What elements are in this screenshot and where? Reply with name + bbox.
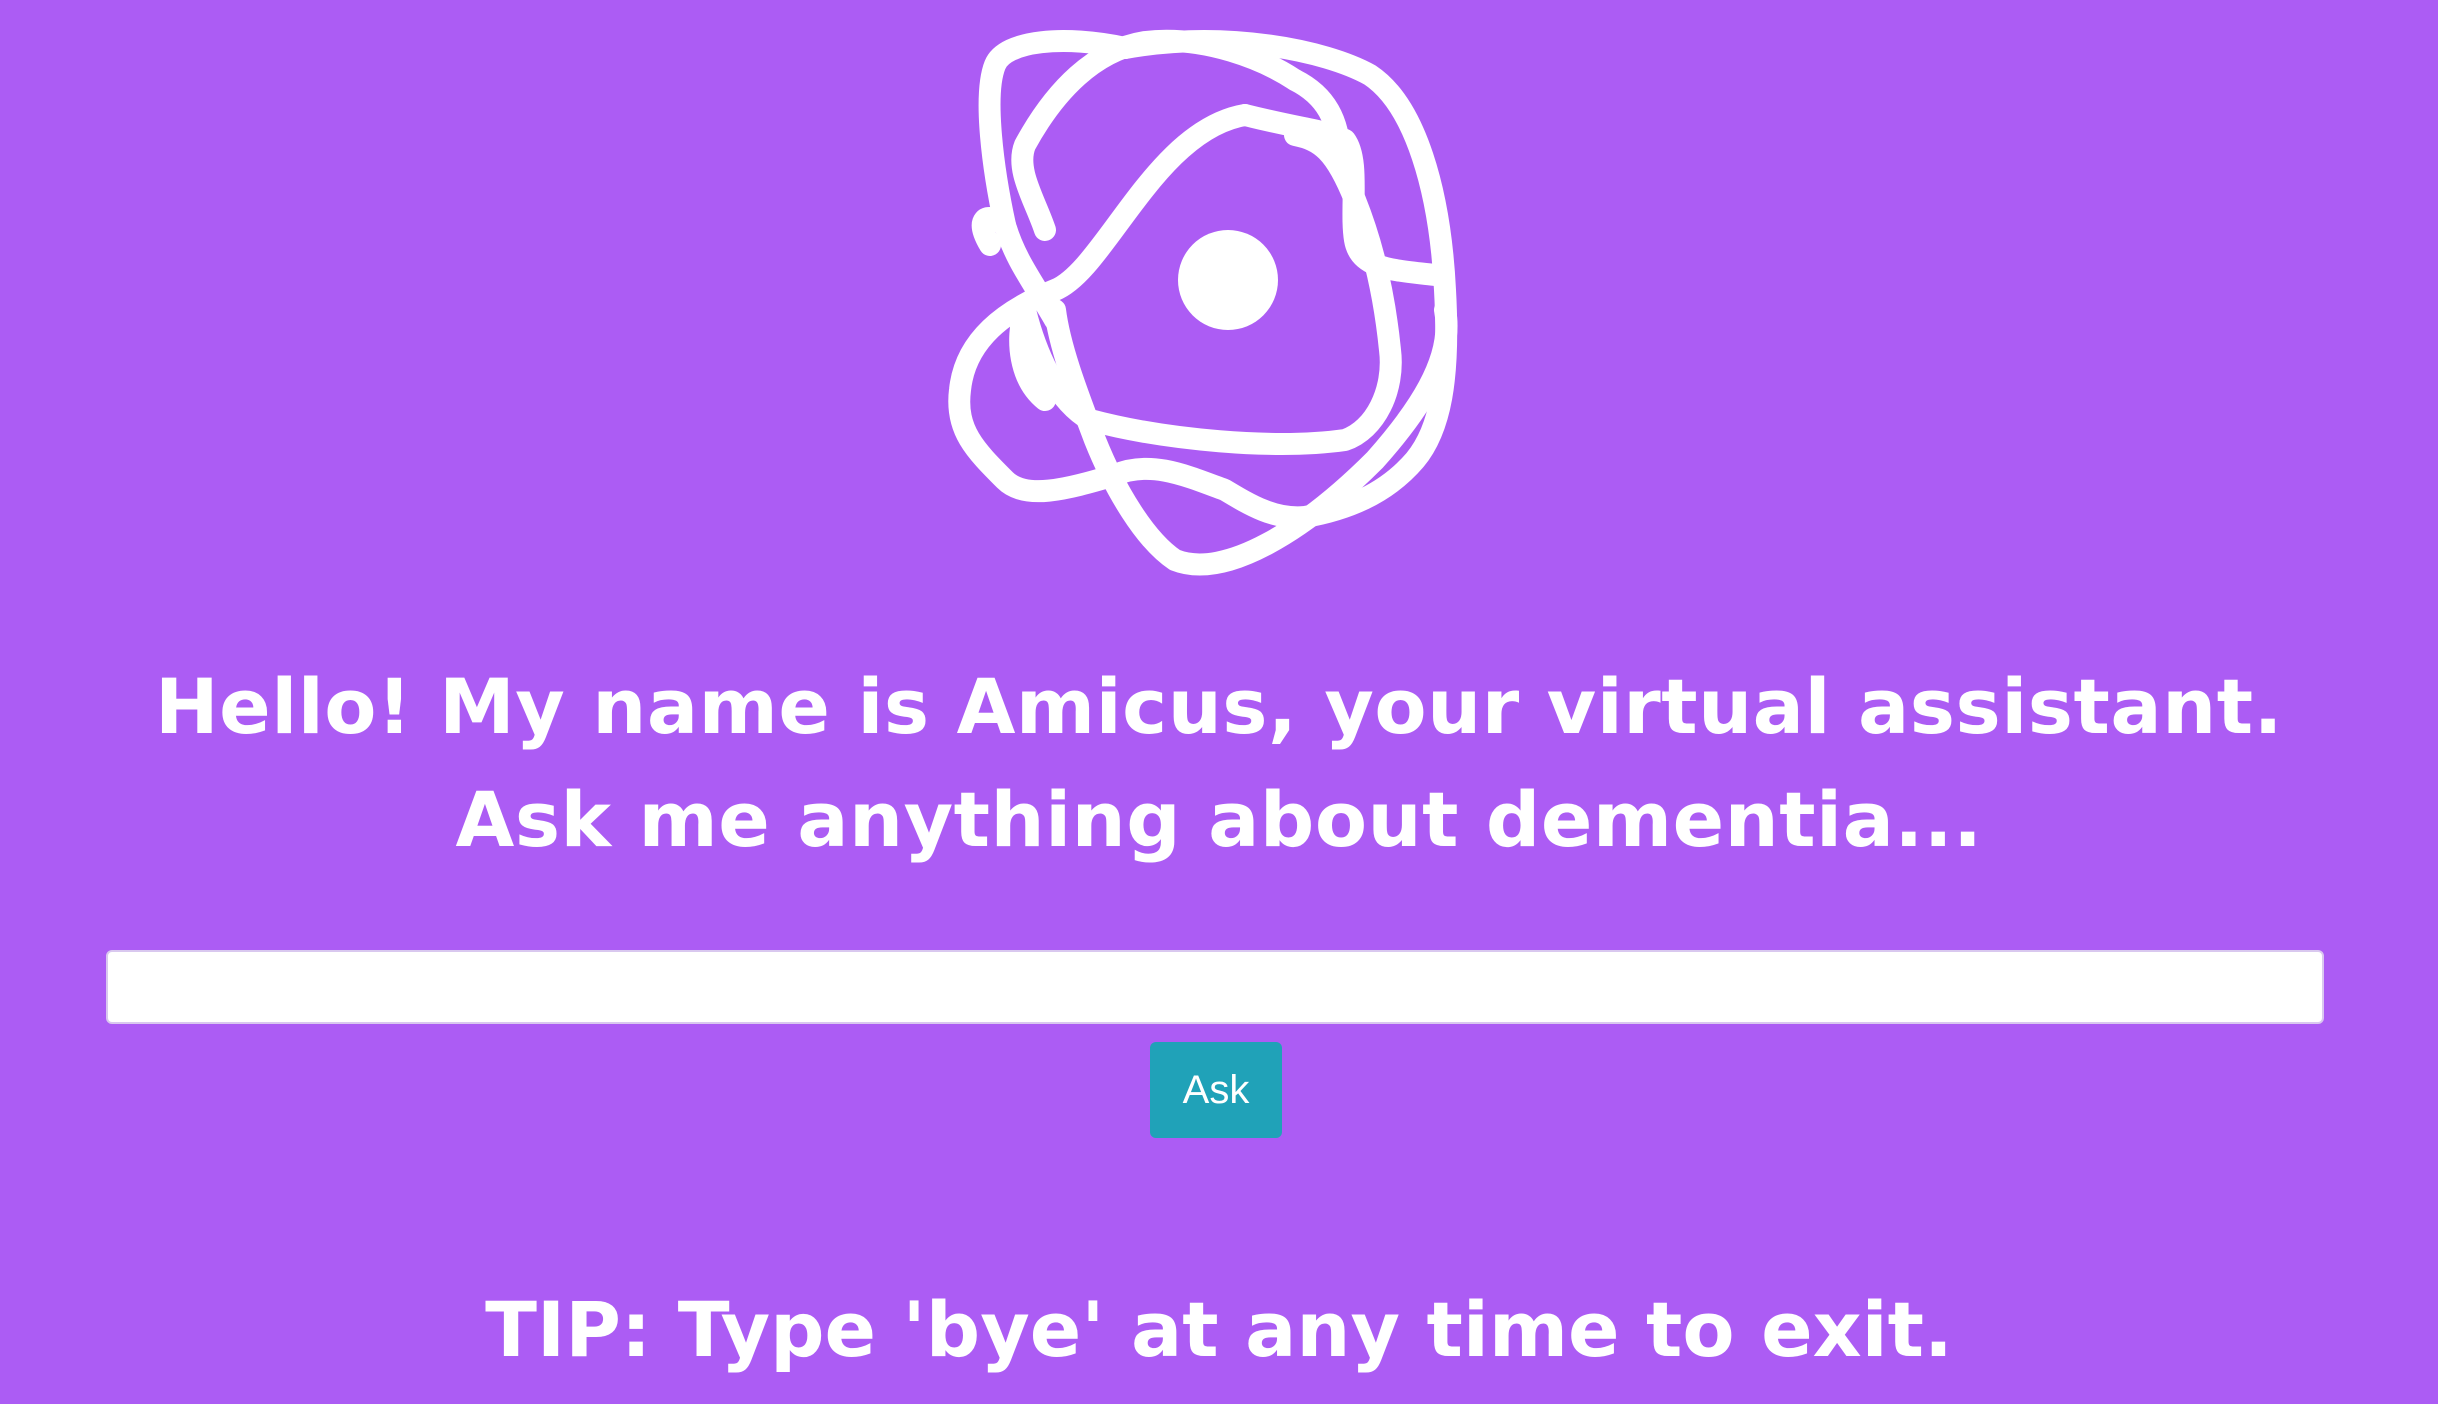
- atom-orbit-logo-icon: [948, 29, 1458, 576]
- tip-message: TIP: Type 'bye' at any time to exit.: [485, 1285, 1953, 1374]
- question-input[interactable]: [106, 950, 2324, 1024]
- ask-button[interactable]: Ask: [1150, 1042, 1282, 1138]
- greeting-message: Hello! My name is Amicus, your virtual a…: [155, 662, 2283, 864]
